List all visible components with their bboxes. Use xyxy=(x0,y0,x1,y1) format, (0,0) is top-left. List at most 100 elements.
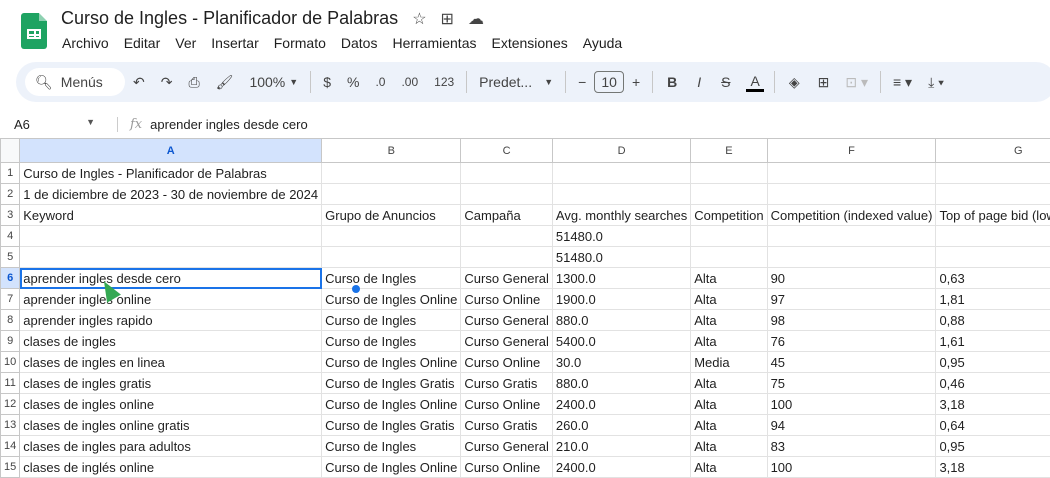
cell-d7[interactable]: 1900.0 xyxy=(552,289,690,310)
row-header[interactable]: 13 xyxy=(1,415,20,436)
cell-e6[interactable]: Alta xyxy=(691,268,767,289)
menu-search[interactable]: 🔍︎Menús xyxy=(25,68,125,96)
cell-f12[interactable]: 100 xyxy=(767,394,936,415)
italic-button[interactable]: I xyxy=(687,74,711,90)
cell-b12[interactable]: Curso de Ingles Online xyxy=(322,394,461,415)
cloud-saved-icon[interactable]: ☁ xyxy=(468,9,484,29)
merge-cells-icon[interactable]: ⊡ ▾ xyxy=(837,74,876,91)
column-header-c[interactable]: C xyxy=(461,139,553,163)
cell-a3[interactable]: Keyword xyxy=(20,205,322,226)
align-icon[interactable]: ≡ ▾ xyxy=(885,74,920,91)
cell-d9[interactable]: 5400.0 xyxy=(552,331,690,352)
cell-a10[interactable]: clases de ingles en linea xyxy=(20,352,322,373)
cell-a9[interactable]: clases de ingles xyxy=(20,331,322,352)
strikethrough-icon[interactable]: S xyxy=(711,74,740,90)
cell-g14[interactable]: 0,95 xyxy=(936,436,1050,457)
cell-c8[interactable]: Curso General xyxy=(461,310,553,331)
vertical-align-icon[interactable]: ⤓ ▾ xyxy=(920,74,952,91)
cell-e4[interactable] xyxy=(691,226,767,247)
cell-f11[interactable]: 75 xyxy=(767,373,936,394)
cell-b11[interactable]: Curso de Ingles Gratis xyxy=(322,373,461,394)
font-select[interactable]: Predet...▼ xyxy=(471,74,561,90)
cell-d6[interactable]: 1300.0 xyxy=(552,268,690,289)
cell-a7[interactable]: aprender ingles online xyxy=(20,289,322,310)
column-header-b[interactable]: B xyxy=(322,139,461,163)
number-format-button[interactable]: 123 xyxy=(426,75,462,89)
increase-decimal-button[interactable]: .00 xyxy=(393,75,426,89)
cell-f5[interactable] xyxy=(767,247,936,268)
cell-f9[interactable]: 76 xyxy=(767,331,936,352)
cell-e2[interactable] xyxy=(691,184,767,205)
cell-a4[interactable] xyxy=(20,226,322,247)
cell-g2[interactable] xyxy=(936,184,1050,205)
cell-c2[interactable] xyxy=(461,184,553,205)
formula-input[interactable]: aprender ingles desde cero xyxy=(150,117,308,132)
column-header-a[interactable]: A xyxy=(20,139,322,163)
cell-b5[interactable] xyxy=(322,247,461,268)
cell-f10[interactable]: 45 xyxy=(767,352,936,373)
menu-insertar[interactable]: Insertar xyxy=(211,35,258,51)
cell-d11[interactable]: 880.0 xyxy=(552,373,690,394)
menu-formato[interactable]: Formato xyxy=(274,35,326,51)
name-box[interactable]: A6▼ xyxy=(0,117,105,132)
cell-c11[interactable]: Curso Gratis xyxy=(461,373,553,394)
zoom-select[interactable]: 100%▼ xyxy=(241,74,306,90)
cell-f1[interactable] xyxy=(767,163,936,184)
cell-f7[interactable]: 97 xyxy=(767,289,936,310)
cell-a6[interactable]: aprender ingles desde cero xyxy=(20,268,322,289)
column-header-f[interactable]: F xyxy=(767,139,936,163)
cell-b3[interactable]: Grupo de Anuncios xyxy=(322,205,461,226)
cell-b2[interactable] xyxy=(322,184,461,205)
cell-a1[interactable]: Curso de Ingles - Planificador de Palabr… xyxy=(20,163,322,184)
cell-b1[interactable] xyxy=(322,163,461,184)
cell-g4[interactable] xyxy=(936,226,1050,247)
cell-g10[interactable]: 0,95 xyxy=(936,352,1050,373)
currency-button[interactable]: $ xyxy=(315,74,339,90)
sheets-logo[interactable] xyxy=(21,13,47,49)
menu-extensiones[interactable]: Extensiones xyxy=(491,35,567,51)
cell-c1[interactable] xyxy=(461,163,553,184)
star-icon[interactable]: ☆ xyxy=(412,9,426,29)
cell-b4[interactable] xyxy=(322,226,461,247)
cell-a8[interactable]: aprender ingles rapido xyxy=(20,310,322,331)
cell-b6[interactable]: Curso de Ingles xyxy=(322,268,461,289)
cell-d15[interactable]: 2400.0 xyxy=(552,457,690,478)
percent-button[interactable]: % xyxy=(339,74,367,90)
cell-g5[interactable] xyxy=(936,247,1050,268)
row-header[interactable]: 5 xyxy=(1,247,20,268)
cell-d3[interactable]: Avg. monthly searches xyxy=(552,205,690,226)
menu-editar[interactable]: Editar xyxy=(124,35,161,51)
cell-e3[interactable]: Competition xyxy=(691,205,767,226)
cell-f3[interactable]: Competition (indexed value) xyxy=(767,205,936,226)
row-header[interactable]: 9 xyxy=(1,331,20,352)
cell-a5[interactable] xyxy=(20,247,322,268)
cell-d4[interactable]: 51480.0 xyxy=(552,226,690,247)
cell-e1[interactable] xyxy=(691,163,767,184)
cell-e8[interactable]: Alta xyxy=(691,310,767,331)
decrease-decimal-button[interactable]: .0 xyxy=(367,75,393,89)
print-icon[interactable]: ⎙ xyxy=(180,74,207,91)
cell-g12[interactable]: 3,18 xyxy=(936,394,1050,415)
cell-d13[interactable]: 260.0 xyxy=(552,415,690,436)
cell-c9[interactable]: Curso General xyxy=(461,331,553,352)
borders-icon[interactable]: ⊞ xyxy=(810,74,838,91)
decrease-font-size-icon[interactable]: − xyxy=(570,74,594,90)
increase-font-size-icon[interactable]: + xyxy=(624,74,648,90)
row-header[interactable]: 2 xyxy=(1,184,20,205)
cell-f15[interactable]: 100 xyxy=(767,457,936,478)
cell-b10[interactable]: Curso de Ingles Online xyxy=(322,352,461,373)
cell-b8[interactable]: Curso de Ingles xyxy=(322,310,461,331)
redo-icon[interactable]: ↷ xyxy=(153,74,181,91)
row-header[interactable]: 3 xyxy=(1,205,20,226)
cell-e11[interactable]: Alta xyxy=(691,373,767,394)
cell-g8[interactable]: 0,88 xyxy=(936,310,1050,331)
cell-b14[interactable]: Curso de Ingles xyxy=(322,436,461,457)
cell-g13[interactable]: 0,64 xyxy=(936,415,1050,436)
cell-f4[interactable] xyxy=(767,226,936,247)
cell-f13[interactable]: 94 xyxy=(767,415,936,436)
cell-g6[interactable]: 0,63 xyxy=(936,268,1050,289)
row-header[interactable]: 15 xyxy=(1,457,20,478)
cell-b13[interactable]: Curso de Ingles Gratis xyxy=(322,415,461,436)
cell-c7[interactable]: Curso Online xyxy=(461,289,553,310)
menu-ayuda[interactable]: Ayuda xyxy=(583,35,622,51)
